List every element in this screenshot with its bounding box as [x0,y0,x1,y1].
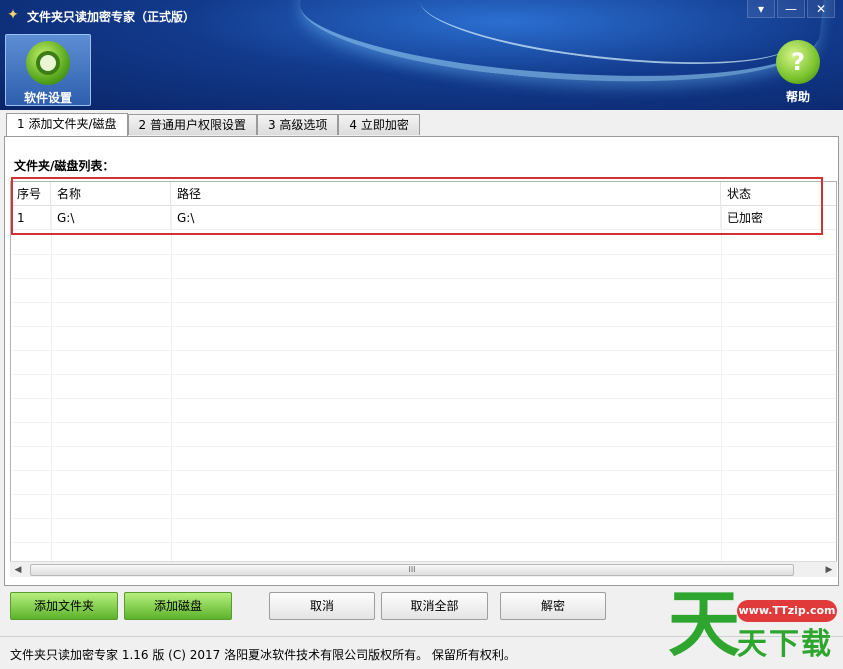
grid-line [11,302,836,303]
grid-line [11,254,836,255]
gear-icon [26,41,70,85]
tab-add-folder-disk[interactable]: 1 添加文件夹/磁盘 [6,113,128,136]
tab-advanced-options[interactable]: 3 高级选项 [256,114,339,135]
grid-line [11,422,836,423]
scroll-thumb[interactable]: III [30,564,794,576]
grid-line [11,494,836,495]
grid-line [11,278,836,279]
app-icon: ✦ [7,7,19,23]
help-icon: ? [776,40,820,84]
column-header-name[interactable]: 名称 [51,182,171,206]
cell-index: 1 [11,206,51,230]
minimize-button[interactable]: — [777,0,805,18]
add-folder-button[interactable]: 添加文件夹 [10,592,118,620]
tab-user-permissions[interactable]: 2 普通用户权限设置 [127,114,257,135]
grid-header: 序号 名称 路径 状态 [11,182,836,206]
header-banner: ✦ 文件夹只读加密专家（正式版） ▾ — ✕ 软件设置 ? 帮助 [0,0,843,110]
cancel-all-button[interactable]: 取消全部 [381,592,488,620]
copyright-text: 文件夹只读加密专家 1.16 版 (C) 2017 洛阳夏冰软件技术有限公司版权… [10,648,516,662]
grid-line [11,398,836,399]
grid-line [11,350,836,351]
settings-button[interactable]: 软件设置 [5,34,91,106]
settings-label: 软件设置 [23,91,72,105]
tab-strip: 1 添加文件夹/磁盘 2 普通用户权限设置 3 高级选项 4 立即加密 [6,113,420,136]
grid-line [11,518,836,519]
grid-line [11,542,836,543]
grid-divider [171,182,172,564]
window-controls: ▾ — ✕ [747,0,835,18]
scroll-right-icon[interactable]: ▶ [821,562,837,578]
grid-line [11,326,836,327]
window-title: 文件夹只读加密专家（正式版） [27,10,196,24]
watermark-logo: 天 [668,581,741,666]
list-label: 文件夹/磁盘列表： [14,159,115,173]
decrypt-button[interactable]: 解密 [500,592,606,620]
grid-divider [51,182,52,564]
cell-status: 已加密 [727,211,764,225]
grid-divider [721,182,722,564]
watermark-url: www.TTzip.com [737,600,837,622]
column-header-status[interactable]: 状态 [721,182,836,206]
watermark-text: 天下载 [737,627,833,662]
column-header-path[interactable]: 路径 [171,182,721,206]
title-bar: ✦ 文件夹只读加密专家（正式版） ▾ — ✕ [0,0,843,32]
add-disk-button[interactable]: 添加磁盘 [124,592,232,620]
help-button[interactable]: ? 帮助 [755,34,841,106]
close-button[interactable]: ✕ [807,0,835,18]
column-header-index[interactable]: 序号 [11,182,51,206]
table-row[interactable]: 1 G:\ G:\ 已加密 [11,206,836,230]
help-label: 帮助 [785,90,810,104]
grid-line [11,446,836,447]
cancel-button[interactable]: 取消 [269,592,375,620]
tab-encrypt-now[interactable]: 4 立即加密 [338,114,420,135]
grid-line [11,470,836,471]
horizontal-scrollbar[interactable]: ◀ III ▶ [10,561,837,577]
cell-name: G:\ [51,206,171,230]
grid-line [11,374,836,375]
menu-dropdown-button[interactable]: ▾ [747,0,775,18]
folder-disk-list[interactable]: 序号 名称 路径 状态 1 G:\ G:\ 已加密 [10,181,837,576]
scroll-left-icon[interactable]: ◀ [10,562,26,578]
cell-path: G:\ [171,206,721,230]
